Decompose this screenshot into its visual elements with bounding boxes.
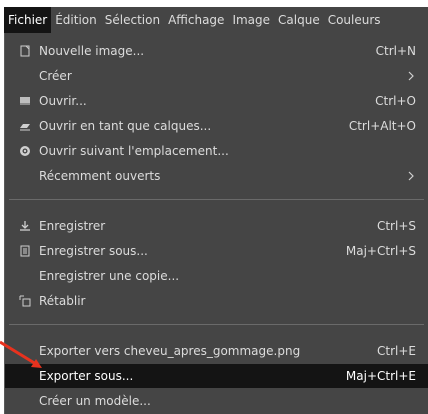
menu-item-save[interactable]: Enregistrer Ctrl+S — [5, 214, 428, 238]
menu-item-export-to[interactable]: Exporter vers cheveu_apres_gommage.png C… — [5, 339, 428, 363]
menu-fichier[interactable]: Fichier — [4, 7, 52, 33]
menu-separator — [9, 324, 424, 325]
menu-item-label: Ouvrir suivant l'emplacement... — [39, 144, 229, 158]
menu-item-shortcut: Ctrl+Alt+O — [348, 119, 416, 133]
menu-item-label: Récemment ouverts — [39, 169, 161, 183]
menu-item-shortcut: Maj+Ctrl+S — [345, 244, 416, 258]
menu-item-open[interactable]: Ouvrir... Ctrl+O — [5, 89, 428, 113]
menu-item-export-as[interactable]: Exporter sous... Maj+Ctrl+E — [5, 364, 428, 388]
menu-item-label: Ouvrir en tant que calques... — [39, 119, 212, 133]
menu-item-label: Ouvrir... — [39, 94, 87, 108]
menu-item-shortcut: Ctrl+E — [377, 344, 416, 358]
menu-item-shortcut: Ctrl+S — [376, 219, 416, 233]
save-as-icon — [19, 245, 31, 257]
menu-image[interactable]: Image — [228, 7, 274, 33]
menu-item-revert[interactable]: Rétablir — [5, 289, 428, 313]
menu-couleurs[interactable]: Couleurs — [324, 7, 385, 33]
menu-item-label: Exporter sous... — [39, 369, 134, 383]
chevron-right-icon — [408, 71, 414, 81]
menu-separator — [9, 199, 424, 200]
menu-item-label: Enregistrer une copie... — [39, 269, 180, 283]
menu-item-label: Enregistrer — [39, 219, 106, 233]
menubar: Fichier Édition Sélection Affichage Imag… — [4, 7, 428, 33]
menu-item-label: Enregistrer sous... — [39, 244, 148, 258]
chevron-right-icon — [408, 171, 414, 181]
menu-edition[interactable]: Édition — [51, 7, 101, 33]
menu-item-recent[interactable]: Récemment ouverts — [5, 164, 428, 188]
menu-affichage[interactable]: Affichage — [164, 7, 228, 33]
menu-item-shortcut: Ctrl+N — [375, 44, 416, 58]
menu-calque[interactable]: Calque — [274, 7, 324, 33]
menu-selection[interactable]: Sélection — [101, 7, 164, 33]
menu-item-create[interactable]: Créer — [5, 64, 428, 88]
menu-item-save-copy[interactable]: Enregistrer une copie... — [5, 264, 428, 288]
menu-item-open-as-layers[interactable]: Ouvrir en tant que calques... Ctrl+Alt+O — [5, 114, 428, 138]
menu-item-label: Créer un modèle... — [39, 394, 151, 408]
menu-item-label: Créer — [39, 69, 72, 83]
menu-item-label: Exporter vers cheveu_apres_gommage.png — [39, 344, 301, 358]
open-icon — [19, 95, 31, 107]
new-image-icon — [19, 45, 31, 57]
menu-item-open-location[interactable]: Ouvrir suivant l'emplacement... — [5, 139, 428, 163]
menu-item-shortcut: Maj+Ctrl+E — [345, 369, 416, 383]
menu-item-label: Nouvelle image... — [39, 44, 145, 58]
save-icon — [19, 220, 31, 232]
file-menu-dropdown: Nouvelle image... Ctrl+N Créer Ouvrir...… — [4, 33, 428, 414]
open-as-layers-icon — [19, 120, 31, 132]
revert-icon — [19, 295, 31, 307]
menu-item-create-template[interactable]: Créer un modèle... — [5, 389, 428, 413]
menu-item-shortcut: Ctrl+O — [375, 94, 416, 108]
menu-item-new-image[interactable]: Nouvelle image... Ctrl+N — [5, 39, 428, 63]
screenshot-canvas: Fichier Édition Sélection Affichage Imag… — [0, 0, 428, 414]
menu-item-label: Rétablir — [39, 294, 86, 308]
open-location-icon — [19, 145, 31, 157]
menu-item-save-as[interactable]: Enregistrer sous... Maj+Ctrl+S — [5, 239, 428, 263]
